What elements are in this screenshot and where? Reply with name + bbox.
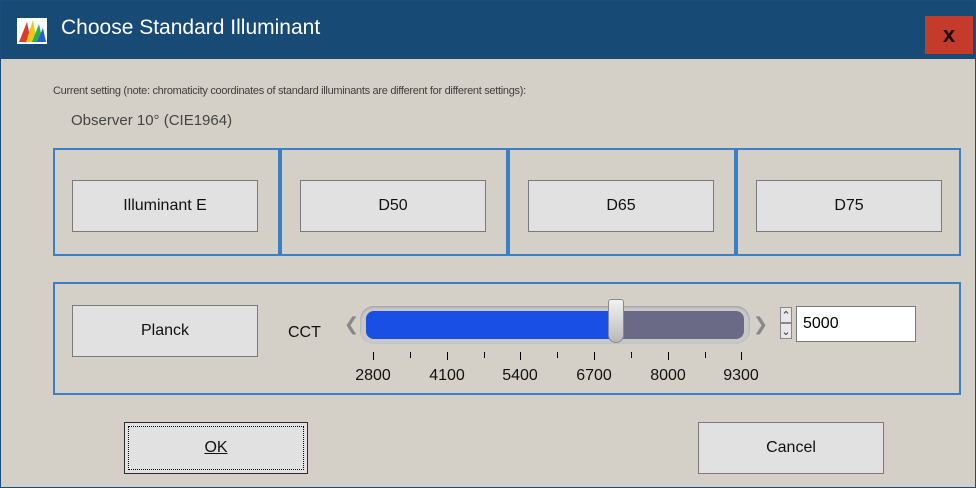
slider-minor-tick: [410, 352, 411, 358]
slider-tick: [520, 352, 521, 360]
cct-slider-fill: [366, 311, 617, 339]
slider-minor-tick: [557, 352, 558, 358]
slider-tick-label: 9300: [723, 367, 759, 384]
setting-note: Current setting (note: chromaticity coor…: [53, 85, 526, 97]
window-title: Choose Standard Illuminant: [61, 16, 321, 39]
slider-tick-label: 4100: [429, 367, 465, 384]
slider-tick-label: 8000: [650, 367, 686, 384]
slider-minor-tick: [483, 352, 485, 358]
slider-tick: [594, 352, 595, 360]
illuminant-e-button[interactable]: Illuminant E: [72, 180, 258, 232]
slider-tick-label: 6700: [576, 367, 612, 384]
slider-left-arrow-icon[interactable]: ❮: [344, 314, 359, 335]
slider-tick: [447, 352, 448, 360]
spin-up-icon[interactable]: ⌃: [780, 307, 792, 323]
slider-tick: [668, 352, 669, 360]
planck-button[interactable]: Planck: [72, 305, 258, 357]
d65-button[interactable]: D65: [528, 180, 714, 232]
app-spectrum-icon: [17, 18, 47, 44]
spin-down-icon[interactable]: ⌄: [780, 323, 792, 339]
cct-label: CCT: [288, 324, 321, 341]
cct-slider-thumb[interactable]: [608, 299, 625, 343]
focus-rectangle: [128, 426, 304, 470]
slider-right-arrow-icon[interactable]: ❯: [753, 314, 768, 335]
slider-tick: [373, 352, 374, 360]
cct-spinner[interactable]: ⌃ ⌄: [780, 307, 792, 341]
d75-button[interactable]: D75: [756, 180, 942, 232]
close-button[interactable]: x: [925, 16, 973, 54]
slider-minor-tick: [704, 352, 706, 358]
observer-setting: Observer 10° (CIE1964): [71, 112, 233, 129]
slider-tick-label: 2800: [355, 367, 391, 384]
ok-button[interactable]: OK: [124, 422, 308, 474]
dialog-window: Choose Standard Illuminant x Current set…: [0, 0, 976, 488]
cct-value-input[interactable]: [796, 306, 916, 342]
slider-minor-tick: [631, 352, 632, 358]
title-bar[interactable]: Choose Standard Illuminant x: [1, 1, 975, 59]
d50-button[interactable]: D50: [300, 180, 486, 232]
slider-tick: [741, 352, 742, 360]
slider-tick-label: 5400: [502, 367, 538, 384]
cancel-button[interactable]: Cancel: [698, 422, 884, 474]
